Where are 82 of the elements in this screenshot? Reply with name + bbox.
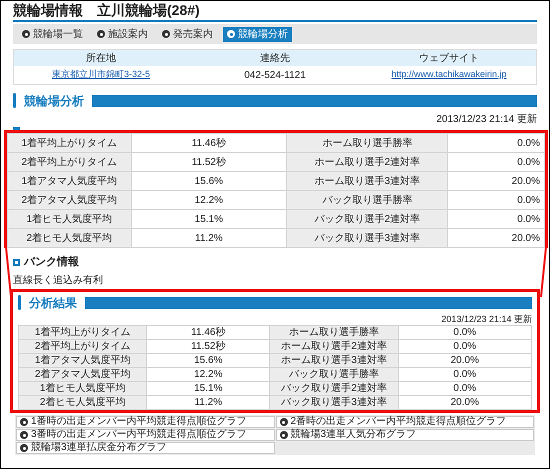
bullet-icon [22,30,30,38]
section-marker [13,93,16,108]
table-cell: 15.1% [147,382,270,396]
table-cell: 0.0% [448,134,545,153]
tab[interactable]: 競輪場一覧 [18,26,87,42]
table-cell: 0.0% [448,153,545,172]
section-marker [18,295,21,310]
table-cell: 11.46秒 [132,134,288,153]
bullet-icon [20,418,28,426]
bullet-icon [162,30,170,38]
table-header-cell: ホーム取り選手3連対率 [270,354,399,368]
link[interactable]: http://www.tachikawakeirin.jp [391,68,507,82]
table-cell: 12.2% [147,368,270,382]
bullet-icon [20,431,28,439]
table-header-cell: 2着平均上がりタイム [8,153,132,172]
section-title: 競輪場分析 [22,94,85,106]
table-header-cell: 2着平均上がりタイム [19,340,148,354]
table-header-cell: 1着平均上がりタイム [8,134,132,153]
table-header-cell: 2着ヒモ人気度平均 [19,396,148,410]
table-cell: 11.2% [147,396,270,410]
table-cell: 12.2% [132,191,288,210]
graph-button[interactable]: 競輪場3連単払戻金分布グラフ [16,442,274,454]
table-cell: 15.6% [147,354,270,368]
table-cell: 0.0% [398,326,532,340]
table-header-cell: 1着平均上がりタイム [19,326,148,340]
table-cell: 11.46秒 [147,326,270,340]
table-cell: 15.6% [132,172,288,191]
bullet-icon [227,30,235,38]
table-header-cell: バック取り選手勝率 [287,191,448,210]
updated-time: 2013/12/23 21:14 更新 [441,313,532,325]
tab[interactable]: 施設案内 [93,26,152,42]
table-cell: 0.0% [398,368,532,382]
table-cell: 20.0% [398,354,532,368]
table-header-cell: バック取り選手2連対率 [287,210,448,229]
table-cell: 15.1% [132,210,288,229]
table-header-cell: バック取り選手勝率 [270,368,399,382]
column-header: 所在地 [85,52,117,66]
page-title: 競輪場情報 立川競輪場(28#) [13,1,201,20]
column-header: ウェブサイト [418,52,480,66]
table-header-cell: ホーム取り選手3連対率 [287,172,448,191]
bullet-icon [280,418,288,426]
table-header-cell: 2着ヒモ人気度平均 [8,229,132,248]
tab[interactable]: 発売案内 [158,26,217,42]
table-header-cell: ホーム取り選手勝率 [270,326,399,340]
table-header-cell: ホーム取り選手2連対率 [287,153,448,172]
table-cell: 0.0% [448,210,545,229]
table-header-cell: ホーム取り選手2連対率 [270,340,399,354]
table-cell: 0.0% [398,340,532,354]
table-cell: 11.52秒 [132,153,288,172]
column-header: 連絡先 [259,52,291,66]
graph-button[interactable]: 3番時の出走メンバー内平均競走得点順位グラフ [16,429,274,441]
table-header-cell: 1着アタマ人気度平均 [19,354,148,368]
table-header-cell: バック取り選手3連対率 [287,229,448,248]
link[interactable]: 東京都立川市錦町3-32-5 [52,68,150,82]
subheading: バンク情報 [24,254,79,270]
bank-description: 直線長く追込み有利 [13,274,104,285]
section-title: 分析結果 [28,296,78,308]
bullet-icon [20,444,28,452]
table-cell: 11.52秒 [147,340,270,354]
graph-button[interactable]: 2番時の出走メンバー内平均競走得点順位グラフ [276,416,534,428]
table-header-cell: 1着アタマ人気度平均 [8,172,132,191]
heading-marker [13,259,20,266]
table-header-cell: 1着ヒモ人気度平均 [19,382,148,396]
table-cell: 20.0% [448,229,545,248]
table-header-cell: ホーム取り選手勝率 [287,134,448,153]
table-cell: 11.2% [132,229,288,248]
table-cell: 0.0% [448,191,545,210]
table-header-cell: バック取り選手2連対率 [270,382,399,396]
graph-button[interactable]: 1番時の出走メンバー内平均競走得点順位グラフ [16,416,274,428]
table-header-cell: 2着アタマ人気度平均 [8,191,132,210]
table-cell-text: 042-524-1121 [244,68,306,82]
tab[interactable]: 競輪場分析 [223,26,292,42]
table-cell: 20.0% [448,172,545,191]
table-header-cell: バック取り選手3連対率 [270,396,399,410]
updated-time: 2013/12/23 21:14 更新 [436,112,537,124]
bullet-icon [97,30,105,38]
graph-button[interactable]: 競輪場3連単人気分布グラフ [276,429,534,441]
table-header-cell: 2着アタマ人気度平均 [19,368,148,382]
table-cell: 20.0% [398,396,532,410]
bullet-icon [280,431,288,439]
table-header-cell: 1着ヒモ人気度平均 [8,210,132,229]
table-cell: 0.0% [398,382,532,396]
